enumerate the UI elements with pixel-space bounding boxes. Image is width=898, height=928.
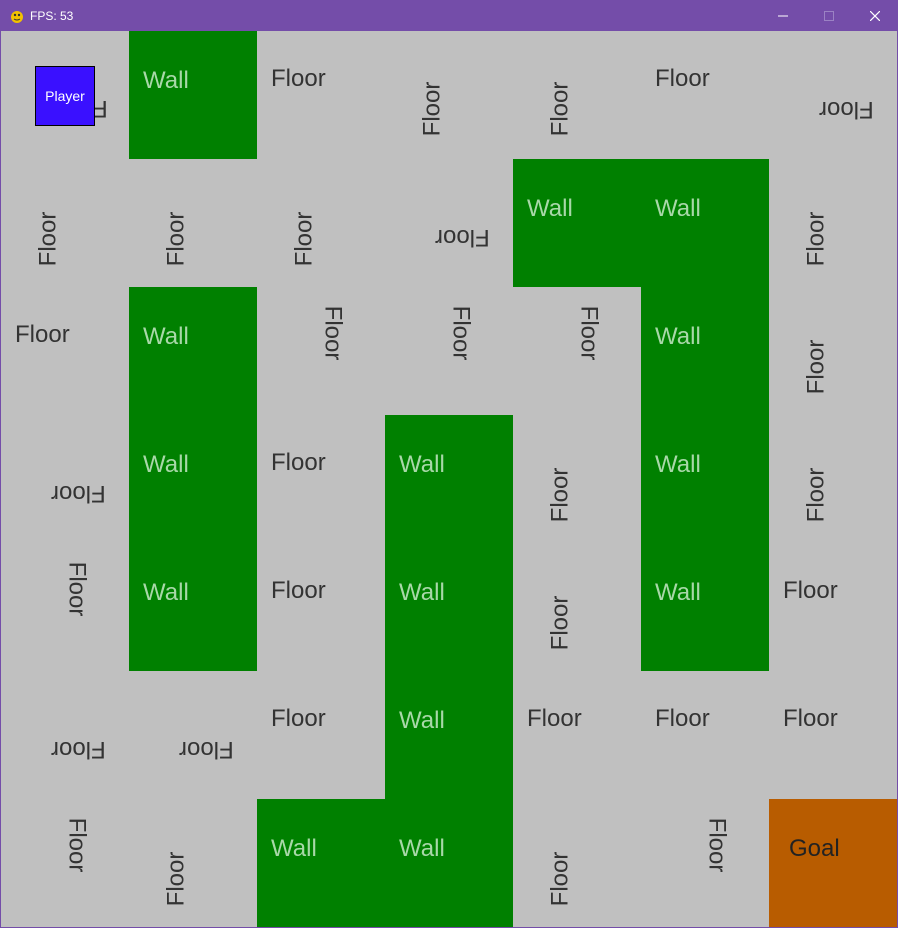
maximize-button[interactable]	[806, 0, 852, 31]
wall-label: Wall	[143, 579, 189, 606]
wall-tile: Wall	[385, 799, 513, 927]
floor-label: Floor	[447, 305, 475, 361]
wall-tile: Wall	[257, 799, 385, 927]
floor-label: Floor	[34, 211, 62, 267]
player-sprite: Player	[35, 66, 95, 126]
floor-label: Floor	[783, 705, 838, 732]
floor-label: Floor	[290, 211, 318, 267]
floor-label: Floor	[655, 705, 710, 732]
close-icon	[870, 10, 880, 21]
wall-tile: Wall	[129, 415, 257, 543]
floor-label: Floor	[51, 480, 106, 507]
floor-label: Floor	[63, 817, 91, 873]
wall-label: Wall	[143, 451, 189, 478]
wall-label: Wall	[655, 323, 701, 350]
wall-tile: Wall	[513, 159, 641, 287]
floor-label: Floor	[179, 736, 234, 763]
wall-tile: Wall	[129, 543, 257, 671]
floor-label: Floor	[63, 561, 91, 617]
floor-label: Floor	[271, 577, 326, 604]
wall-label: Wall	[655, 579, 701, 606]
minimize-icon	[778, 15, 788, 16]
floor-label: Floor	[546, 595, 574, 651]
wall-tile: Wall	[641, 159, 769, 287]
wall-tile: Wall	[641, 415, 769, 543]
wall-tile: Wall	[129, 31, 257, 159]
player-label: Player	[45, 88, 85, 104]
wall-label: Wall	[655, 195, 701, 222]
floor-label: Floor	[15, 321, 70, 348]
floor-label: Floor	[575, 305, 603, 361]
wall-tile: Wall	[129, 287, 257, 415]
window-title: FPS: 53	[30, 9, 74, 23]
floor-label: Floor	[546, 81, 574, 137]
floor-label: Floor	[527, 705, 582, 732]
floor-label: Floor	[819, 96, 874, 123]
wall-label: Wall	[143, 67, 189, 94]
wall-tile: Wall	[641, 287, 769, 415]
floor-label: Floor	[802, 211, 830, 267]
wall-tile: Wall	[385, 543, 513, 671]
wall-tile: Wall	[385, 415, 513, 543]
floor-label: Floor	[802, 467, 830, 523]
goal-tile: Goal	[769, 799, 897, 927]
floor-label: Floor	[655, 65, 710, 92]
floor-label: Floor	[546, 851, 574, 907]
wall-label: Wall	[527, 195, 573, 222]
floor-label: Floor	[802, 339, 830, 395]
wall-label: Wall	[399, 451, 445, 478]
goal-label: Goal	[789, 835, 840, 862]
title-bar[interactable]: FPS: 53	[0, 0, 898, 31]
floor-label: Floor	[93, 95, 108, 122]
floor-label: Floor	[271, 449, 326, 476]
floor-label-partial: Floor	[93, 86, 123, 126]
floor-label: Floor	[435, 224, 490, 251]
floor-label: Floor	[319, 305, 347, 361]
wall-label: Wall	[143, 323, 189, 350]
floor-label: Floor	[703, 817, 731, 873]
minimize-button[interactable]	[760, 0, 806, 31]
floor-label: Floor	[418, 81, 446, 137]
pygame-snake-icon	[11, 11, 23, 23]
floor-label: Floor	[162, 851, 190, 907]
floor-label: Floor	[162, 211, 190, 267]
floor-label: Floor	[546, 467, 574, 523]
wall-label: Wall	[399, 835, 445, 862]
wall-label: Wall	[399, 579, 445, 606]
maximize-icon	[824, 10, 834, 21]
floor-label: Floor	[783, 577, 838, 604]
game-board[interactable]: Wall Wall Wall Wall Wall Wall Wall Wall …	[1, 31, 897, 927]
wall-tile: Wall	[641, 543, 769, 671]
wall-label: Wall	[655, 451, 701, 478]
floor-label: Floor	[271, 65, 326, 92]
floor-label: Floor	[271, 705, 326, 732]
wall-label: Wall	[271, 835, 317, 862]
floor-label: Floor	[51, 736, 106, 763]
wall-tile: Wall	[385, 671, 513, 799]
wall-label: Wall	[399, 707, 445, 734]
close-button[interactable]	[852, 0, 898, 31]
